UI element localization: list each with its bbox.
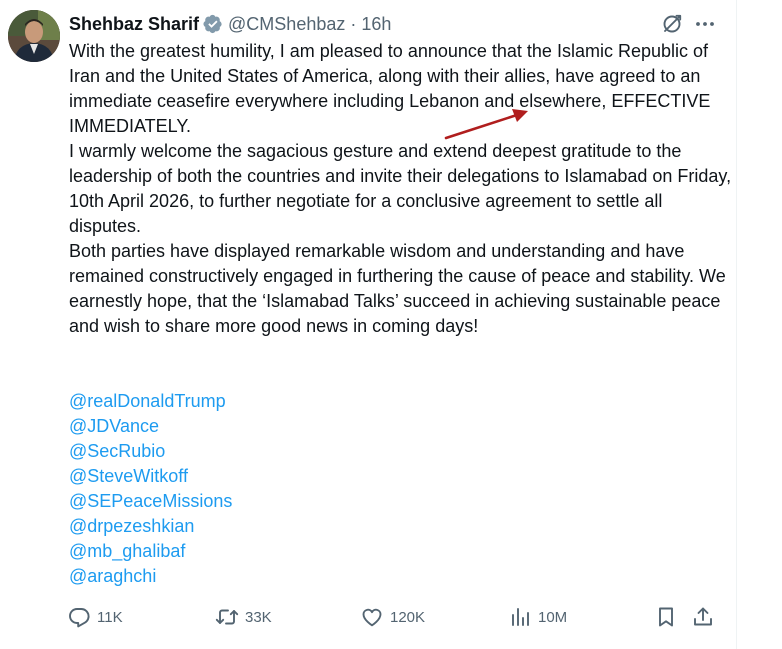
mention-link[interactable]: @drpezeshkian (69, 514, 232, 539)
separator-dot: · (350, 13, 357, 34)
tweet-paragraph: Both parties have displayed remarkable w… (69, 241, 726, 336)
mention-link[interactable]: @JDVance (69, 414, 232, 439)
mention-link[interactable]: @SteveWitkoff (69, 464, 232, 489)
heart-icon (362, 608, 382, 627)
views-count: 10M (538, 608, 568, 626)
tweet-paragraph: With the greatest humility, I am pleased… (69, 41, 711, 136)
share-icon (694, 607, 712, 626)
reply-button[interactable]: 11K (67, 604, 123, 630)
mention-link[interactable]: @araghchi (69, 564, 232, 589)
bookmark-button[interactable] (654, 604, 678, 630)
bookmark-icon (659, 607, 673, 627)
tweet-header: Shehbaz Sharif @CMShehbaz · 16h (69, 11, 391, 37)
tweet-paragraph: I warmly welcome the sagacious gesture a… (69, 141, 732, 236)
like-button[interactable]: 120K (360, 604, 425, 630)
author-handle[interactable]: @CMShehbaz (228, 14, 345, 35)
repost-count: 33K (245, 608, 272, 626)
avatar-image (8, 10, 60, 62)
mention-link[interactable]: @SEPeaceMissions (69, 489, 232, 514)
more-icon[interactable] (693, 12, 717, 36)
annotation-arrow-icon (444, 109, 528, 140)
verified-badge-icon (203, 14, 223, 34)
column-divider (736, 0, 737, 649)
mention-link[interactable]: @realDonaldTrump (69, 389, 232, 414)
action-bar: 11K 33K 120K 10M (67, 604, 727, 630)
share-button[interactable] (691, 604, 715, 630)
mention-list: @realDonaldTrump @JDVance @SecRubio @Ste… (69, 389, 232, 589)
mention-link[interactable]: @mb_ghalibaf (69, 539, 232, 564)
avatar[interactable] (8, 10, 60, 62)
views-icon (512, 608, 529, 626)
repost-button[interactable]: 33K (215, 604, 272, 630)
repost-icon (215, 609, 239, 625)
timestamp[interactable]: 16h (361, 14, 391, 35)
mention-link[interactable]: @SecRubio (69, 439, 232, 464)
views-button[interactable]: 10M (508, 604, 567, 630)
reply-icon (69, 608, 90, 628)
author-name[interactable]: Shehbaz Sharif (69, 14, 199, 35)
tweet[interactable]: Shehbaz Sharif @CMShehbaz · 16h With the… (0, 0, 782, 649)
reply-count: 11K (97, 608, 123, 626)
like-count: 120K (390, 608, 426, 626)
grok-icon[interactable] (660, 12, 684, 36)
tweet-body: With the greatest humility, I am pleased… (69, 39, 733, 339)
